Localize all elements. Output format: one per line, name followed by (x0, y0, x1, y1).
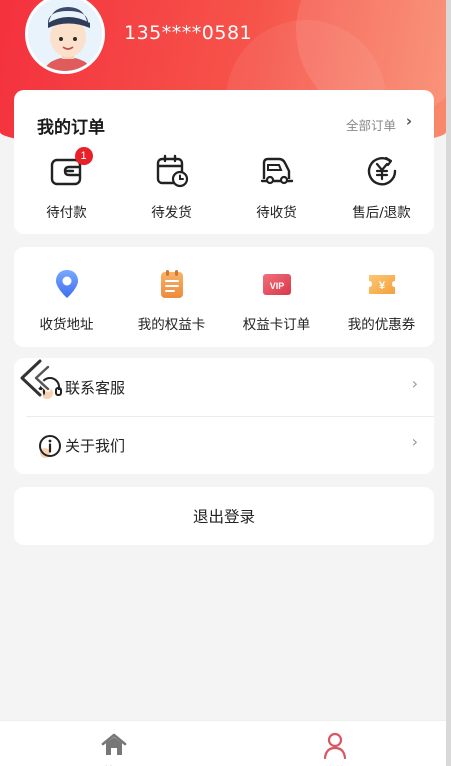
location-pin-icon (51, 268, 83, 300)
service-label: 权益卡订单 (242, 317, 311, 333)
user-phone: 135****0581 (124, 22, 253, 44)
menu-item-about-us[interactable]: 关于我们 › (14, 416, 434, 474)
orders-card: 我的订单 全部订单 › 1 待付款 待发货 待收货 售后/退款 (14, 90, 434, 234)
back-gesture-icon[interactable] (12, 355, 54, 401)
logout-button[interactable]: 退出登录 (14, 487, 434, 545)
unread-badge: 1 (74, 147, 93, 165)
menu-item-customer-service[interactable]: 联系客服 › (14, 358, 434, 416)
order-after-sales[interactable]: 售后/退款 (329, 148, 434, 228)
service-address[interactable]: 收货地址 (14, 265, 119, 345)
order-pending-shipment[interactable]: 待发货 (119, 148, 224, 228)
coupon-text: ¥ (378, 280, 385, 292)
mine-page: 135****0581 我的订单 全部订单 › 1 待付款 待发货 待收货 售后… (0, 0, 446, 766)
tab-mine[interactable]: 我的 (275, 721, 395, 766)
coupon-icon: ¥ (366, 268, 398, 300)
truck-icon (259, 153, 295, 189)
logout-label: 退出登录 (192, 508, 255, 526)
order-status-label: 待收货 (256, 205, 297, 221)
order-pending-receipt[interactable]: 待收货 (224, 148, 329, 228)
bottom-tab-bar: 首页 我的 (0, 720, 446, 766)
screen-edge (446, 0, 451, 766)
vip-card-icon: VIP (261, 268, 293, 300)
menu-list: 联系客服 › 关于我们 › (14, 358, 434, 474)
chevron-right-icon: › (411, 374, 418, 393)
service-label: 我的优惠券 (347, 317, 416, 333)
service-benefit-card-orders[interactable]: VIP 权益卡订单 (224, 265, 329, 345)
calendar-clock-icon (154, 153, 190, 189)
vip-text: VIP (269, 281, 284, 291)
wallet-icon: 1 (49, 147, 93, 189)
menu-item-label: 联系客服 (65, 379, 126, 397)
services-card: 收货地址 我的权益卡 VIP 权益卡订单 ¥ 我的优惠券 (14, 247, 434, 347)
yen-refund-icon (364, 153, 400, 189)
order-pending-payment[interactable]: 1 待付款 (14, 147, 119, 228)
all-orders-label: 全部订单 (345, 118, 396, 133)
order-status-label: 售后/退款 (352, 205, 411, 221)
user-icon (321, 731, 349, 760)
info-icon (36, 432, 64, 460)
orders-title: 我的订单 (37, 118, 105, 138)
order-status-label: 待付款 (46, 205, 87, 221)
order-status-label: 待发货 (151, 205, 192, 221)
service-label: 收货地址 (39, 317, 94, 333)
service-my-benefit-card[interactable]: 我的权益卡 (119, 265, 224, 345)
service-my-coupons[interactable]: ¥ 我的优惠券 (329, 265, 434, 345)
notepad-icon (156, 268, 188, 300)
chevron-right-icon: › (405, 112, 412, 130)
menu-item-label: 关于我们 (65, 437, 126, 455)
home-icon (100, 731, 128, 759)
chevron-right-icon: › (411, 432, 418, 451)
service-label: 我的权益卡 (137, 317, 206, 333)
tab-home[interactable]: 首页 (54, 721, 174, 766)
